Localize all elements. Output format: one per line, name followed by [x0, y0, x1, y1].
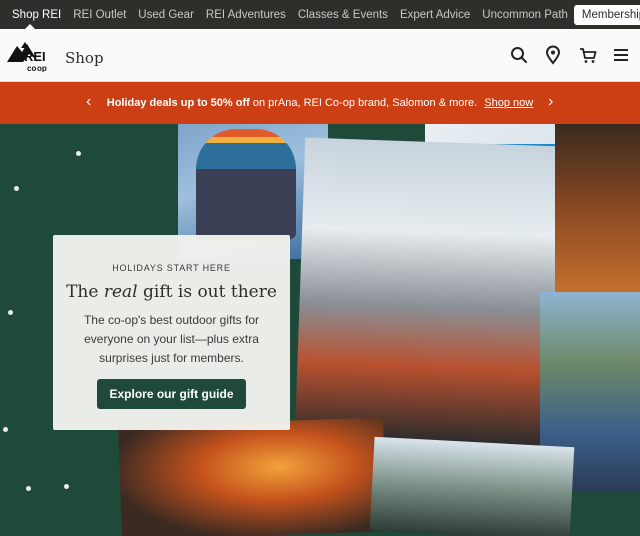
svg-text:op: op — [37, 64, 47, 72]
nav-rei-adventures[interactable]: REI Adventures — [200, 9, 292, 21]
site-header: REI co op Shop — [0, 29, 640, 82]
hero-banner[interactable]: HOLIDAYS START HERE The real gift is out… — [0, 124, 640, 536]
promo-prev-icon[interactable]: ‹ — [86, 93, 91, 111]
collage-photo-beanie-hat — [196, 129, 296, 239]
promo-bold-text: Holiday deals up to 50% off — [106, 97, 250, 109]
snowflake — [26, 486, 31, 491]
svg-text:co: co — [27, 64, 36, 72]
collage-photo-forest — [555, 124, 640, 299]
promo-text: on prAna, REI Co-op brand, Salomon & mor… — [249, 97, 478, 109]
location-pin-icon[interactable] — [543, 45, 563, 65]
snowflake — [64, 484, 69, 489]
promo-shop-now-link[interactable]: Shop now — [484, 97, 533, 109]
shop-label[interactable]: Shop — [65, 49, 104, 67]
membership-button[interactable]: Membership — [573, 4, 640, 25]
menu-icon[interactable] — [611, 45, 631, 65]
nav-used-gear[interactable]: Used Gear — [132, 9, 200, 21]
nav-expert-advice[interactable]: Expert Advice — [394, 9, 476, 21]
hero-eyebrow: HOLIDAYS START HERE — [112, 263, 231, 273]
utility-nav: Shop REI REI Outlet Used Gear REI Advent… — [0, 0, 640, 30]
search-icon[interactable] — [509, 45, 529, 65]
collage-photo-campfire — [118, 417, 387, 536]
snowflake — [8, 310, 13, 315]
hero-body: The co-op's best outdoor gifts for every… — [83, 313, 260, 365]
snowflake — [76, 151, 81, 156]
svg-text:REI: REI — [24, 49, 46, 64]
gift-guide-button[interactable]: Explore our gift guide — [97, 379, 246, 409]
nav-classes-events[interactable]: Classes & Events — [292, 9, 394, 21]
collage-photo-skiers — [294, 137, 566, 447]
promo-banner: ‹ Holiday deals up to 50% off on prAna, … — [0, 82, 640, 124]
nav-shop-rei[interactable]: Shop REI — [0, 9, 67, 30]
collage-photo-snowy-trees — [369, 436, 575, 536]
snowflake — [3, 427, 8, 432]
headline-part: The — [66, 282, 104, 302]
nav-uncommon-path[interactable]: Uncommon Path — [476, 9, 574, 21]
snowflake — [14, 186, 19, 191]
hero-headline: The real gift is out there — [53, 282, 290, 302]
rei-logo[interactable]: REI co op — [7, 40, 55, 72]
hero-card: HOLIDAYS START HERE The real gift is out… — [53, 235, 290, 430]
nav-rei-outlet[interactable]: REI Outlet — [67, 9, 132, 21]
cart-icon[interactable] — [578, 45, 598, 65]
headline-part: gift is out there — [137, 282, 277, 302]
promo-next-icon[interactable]: › — [548, 93, 553, 111]
headline-emphasis: real — [103, 282, 138, 302]
